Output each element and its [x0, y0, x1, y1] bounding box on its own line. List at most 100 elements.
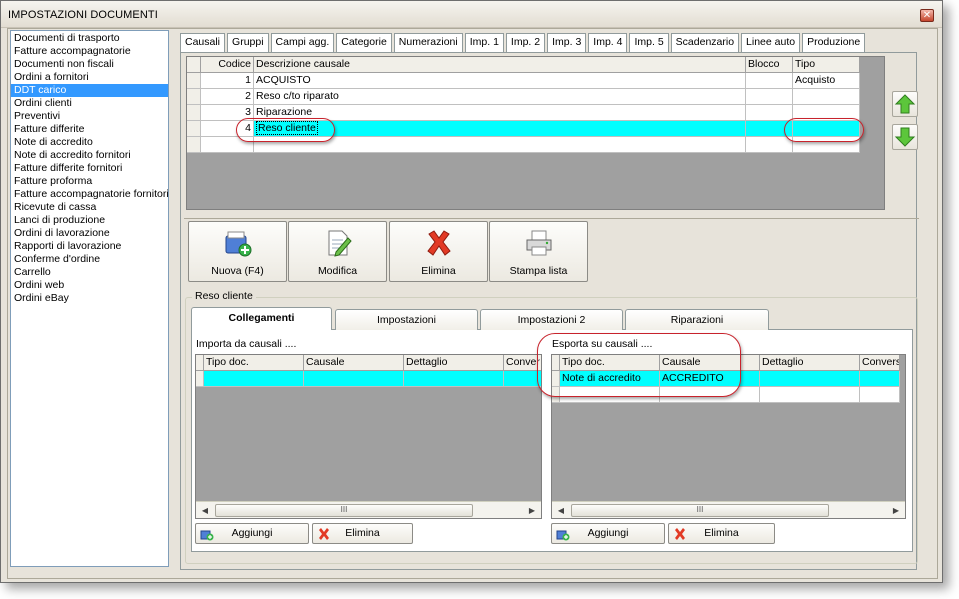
tab-campi-agg[interactable]: Campi agg. [270, 33, 335, 52]
grid-header-row: Tipo doc. Causale Dettaglio Conver [196, 355, 541, 371]
new-button[interactable]: Nuova (F4) [188, 221, 287, 282]
scroll-right-icon[interactable]: ▶ [889, 504, 903, 517]
doc-list-item[interactable]: Fatture differite [11, 123, 168, 136]
doc-list-item[interactable]: Ordini clienti [11, 97, 168, 110]
import-add-button[interactable]: Aggiungi [195, 523, 309, 544]
tab-scadenzario[interactable]: Scadenzario [670, 33, 740, 52]
scroll-right-icon[interactable]: ▶ [525, 504, 539, 517]
tab-gruppi[interactable]: Gruppi [227, 33, 269, 52]
causali-row[interactable]: 1 ACQUISTO Acquisto [187, 73, 860, 89]
doc-list-item[interactable]: Ricevute di cassa [11, 201, 168, 214]
new-record-icon [225, 231, 252, 257]
doc-list-item[interactable]: Note di accredito fornitori [11, 149, 168, 162]
doc-list-item[interactable]: Preventivi [11, 110, 168, 123]
subtab-impostazioni[interactable]: Impostazioni [335, 309, 478, 330]
doc-list-item[interactable]: Fatture accompagnatorie [11, 45, 168, 58]
col-header-tipo-doc[interactable]: Tipo doc. [204, 355, 304, 371]
scroll-left-icon[interactable]: ◀ [554, 504, 568, 517]
cell-descrizione[interactable]: Reso c/to riparato [254, 89, 746, 105]
doc-list-item[interactable]: Fatture differite fornitori [11, 162, 168, 175]
col-header-codice[interactable]: Codice [201, 57, 254, 73]
tab-imp-5[interactable]: Imp. 5 [629, 33, 669, 52]
cell-conversione[interactable] [860, 371, 900, 387]
cell-descrizione[interactable]: ACQUISTO [254, 73, 746, 89]
subtab-riparazioni[interactable]: Riparazioni [625, 309, 769, 330]
group-title: Reso cliente [192, 290, 256, 302]
cell-blocco[interactable] [746, 89, 793, 105]
close-icon: ✕ [922, 10, 932, 21]
export-add-button[interactable]: Aggiungi [551, 523, 665, 544]
cell-conversione[interactable] [860, 387, 900, 403]
col-header-conversione[interactable]: Conversi [860, 355, 900, 371]
edit-button[interactable]: Modifica [288, 221, 387, 282]
arrow-down-icon [894, 127, 916, 147]
export-add-label: Aggiungi [587, 527, 629, 539]
import-row[interactable] [196, 371, 541, 387]
move-down-button[interactable] [892, 124, 918, 150]
import-delete-label: Elimina [345, 527, 380, 539]
doc-list-item[interactable]: Ordini web [11, 279, 168, 292]
cell-tipo[interactable] [793, 89, 860, 105]
cell-tipo-doc[interactable] [204, 371, 304, 387]
doc-list-item[interactable]: Ordini a fornitori [11, 71, 168, 84]
cell-causale[interactable] [304, 371, 404, 387]
doc-list-item[interactable]: Fatture proforma [11, 175, 168, 188]
cell-dettaglio[interactable] [760, 387, 860, 403]
col-header-descrizione[interactable]: Descrizione causale [254, 57, 746, 73]
delete-button-label: Elimina [421, 265, 456, 277]
doc-list-item[interactable]: Rapporti di lavorazione [11, 240, 168, 253]
cell-dettaglio[interactable] [404, 371, 504, 387]
doc-list-item[interactable]: Lanci di produzione [11, 214, 168, 227]
tab-imp-1[interactable]: Imp. 1 [464, 33, 504, 52]
doc-list-item[interactable]: Ordini di lavorazione [11, 227, 168, 240]
tab-causali[interactable]: Causali [180, 33, 226, 52]
doc-list-item[interactable]: Carrello [11, 266, 168, 279]
doc-list-item[interactable]: Documenti non fiscali [11, 58, 168, 71]
tab-produzione[interactable]: Produzione [802, 33, 866, 52]
cell-blocco[interactable] [746, 73, 793, 89]
cell-tipo[interactable]: Acquisto [793, 73, 860, 89]
doc-list-item[interactable]: Conferme d'ordine [11, 253, 168, 266]
print-list-button[interactable]: Stampa lista [489, 221, 588, 282]
doc-list-item[interactable]: Fatture accompagnatorie fornitori [11, 188, 168, 201]
move-up-button[interactable] [892, 91, 918, 117]
import-horizontal-scrollbar[interactable]: ◀ III ▶ [196, 501, 541, 518]
cell-dettaglio[interactable] [760, 371, 860, 387]
cell-blocco[interactable] [746, 137, 793, 153]
export-horizontal-scrollbar[interactable]: ◀ III ▶ [552, 501, 905, 518]
cell-codice[interactable]: 1 [201, 73, 254, 89]
col-header-blocco[interactable]: Blocco [746, 57, 793, 73]
import-grid[interactable]: Tipo doc. Causale Dettaglio Conver ◀ III ▶ [195, 354, 542, 519]
doc-list-item[interactable]: Note di accredito [11, 136, 168, 149]
col-header-dettaglio[interactable]: Dettaglio [760, 355, 860, 371]
cell-codice[interactable]: 2 [201, 89, 254, 105]
row-indicator-header [196, 355, 204, 371]
col-header-tipo[interactable]: Tipo [793, 57, 860, 73]
scroll-left-icon[interactable]: ◀ [198, 504, 212, 517]
tab-linee-auto[interactable]: Linee auto [741, 33, 801, 52]
tab-numerazioni[interactable]: Numerazioni [393, 33, 463, 52]
import-delete-button[interactable]: Elimina [312, 523, 413, 544]
col-header-dettaglio[interactable]: Dettaglio [404, 355, 504, 371]
subtab-collegamenti[interactable]: Collegamenti [191, 307, 332, 330]
causali-row[interactable]: 2 Reso c/to riparato [187, 89, 860, 105]
scroll-thumb[interactable]: III [571, 504, 829, 517]
doc-list-item[interactable]: Documenti di trasporto [11, 32, 168, 45]
print-list-button-label: Stampa lista [509, 265, 568, 277]
export-delete-label: Elimina [704, 527, 739, 539]
tab-categorie[interactable]: Categorie [336, 33, 392, 52]
export-delete-button[interactable]: Elimina [668, 523, 775, 544]
doc-list-item[interactable]: DDT carico [11, 84, 168, 97]
tab-imp-4[interactable]: Imp. 4 [588, 33, 628, 52]
tab-imp-3[interactable]: Imp. 3 [547, 33, 587, 52]
doc-list-item[interactable]: Ordini eBay [11, 292, 168, 305]
document-type-list[interactable]: Documenti di trasporto Fatture accompagna… [10, 30, 169, 567]
new-button-label: Nuova (F4) [211, 265, 264, 277]
tab-imp-2[interactable]: Imp. 2 [505, 33, 546, 52]
subtab-impostazioni-2[interactable]: Impostazioni 2 [480, 309, 623, 330]
col-header-causale[interactable]: Causale [304, 355, 404, 371]
delete-button[interactable]: Elimina [389, 221, 488, 282]
cell-blocco[interactable] [746, 105, 793, 121]
scroll-thumb[interactable]: III [215, 504, 473, 517]
close-button[interactable]: ✕ [920, 9, 934, 22]
